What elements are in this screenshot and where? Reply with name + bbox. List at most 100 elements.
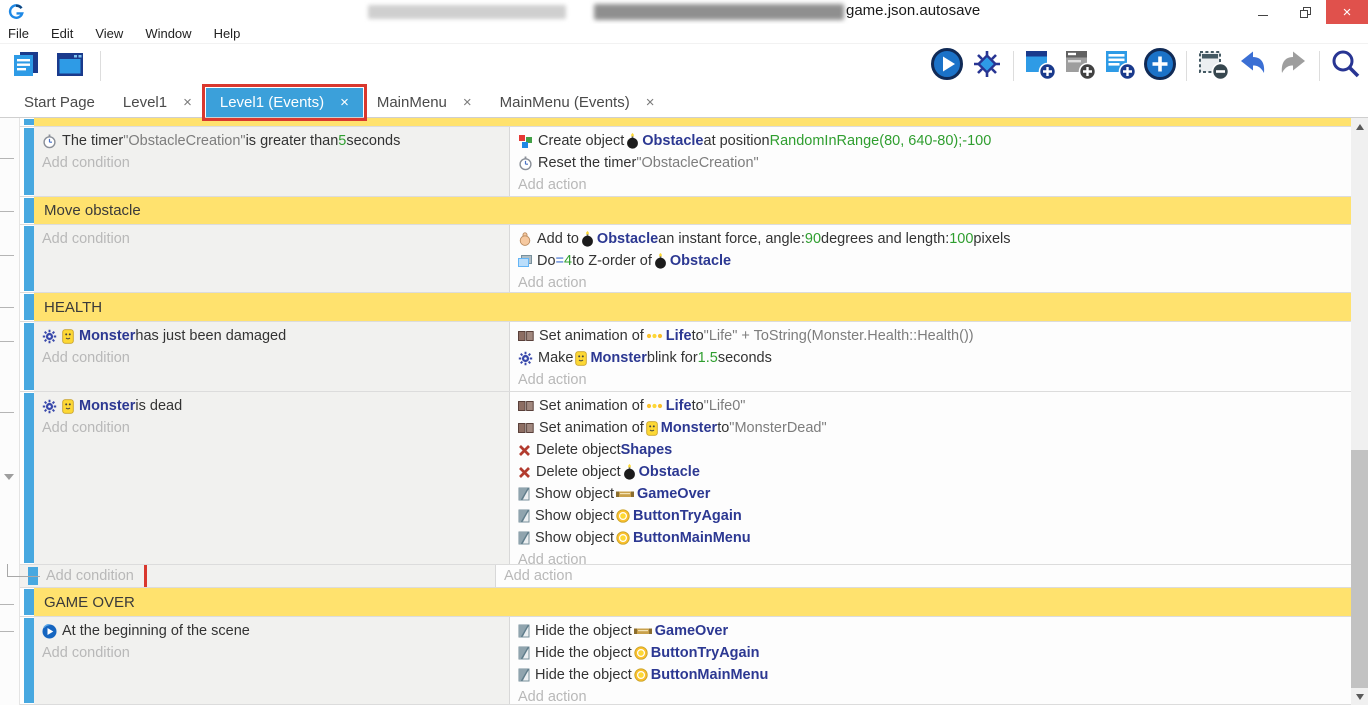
action-item[interactable]: Delete object Obstacle	[510, 461, 1351, 483]
add-circle-button[interactable]	[1142, 48, 1178, 84]
preview-play-button[interactable]	[929, 48, 965, 84]
bomb-icon	[626, 133, 639, 149]
action-item[interactable]: Hide the object ButtonMainMenu	[510, 664, 1351, 686]
preview-play-icon	[930, 47, 964, 86]
tab-mainmenu[interactable]: MainMenu×	[363, 88, 486, 117]
text-segment: 90	[805, 231, 821, 247]
add-event-button[interactable]	[1022, 48, 1058, 84]
menu-item-window[interactable]: Window	[145, 26, 201, 41]
redo-button[interactable]	[1275, 48, 1311, 84]
life-icon	[646, 401, 663, 411]
text-segment: 1.5	[698, 350, 718, 366]
arrow-down-icon	[1356, 694, 1364, 700]
action-item[interactable]: Show object ButtonTryAgain	[510, 505, 1351, 527]
event-drag-bar[interactable]	[24, 226, 34, 291]
action-item[interactable]: Create object Obstacle at position Rando…	[510, 130, 1351, 152]
group-row-health[interactable]: HEALTH	[20, 293, 1351, 322]
add-action-button[interactable]: Add action	[510, 549, 1351, 564]
event-collapse-handle[interactable]	[0, 211, 14, 212]
object-name: Life	[666, 398, 692, 414]
event-collapse-handle[interactable]	[0, 412, 14, 413]
add-condition-button[interactable]: Add condition	[34, 642, 509, 664]
visibility-icon	[518, 487, 530, 501]
expand-subevents-icon[interactable]	[4, 474, 14, 480]
add-action-button[interactable]: Add action	[510, 686, 1351, 704]
menu-item-help[interactable]: Help	[214, 26, 251, 41]
add-action-button[interactable]: Add action	[496, 568, 573, 584]
tab-close-icon[interactable]: ×	[183, 94, 192, 111]
event-drag-bar[interactable]	[24, 294, 34, 320]
vertical-scrollbar[interactable]	[1351, 118, 1368, 705]
actions-cell: Set animation of Life to "Life0"Set anim…	[510, 392, 1351, 564]
action-item[interactable]: Set animation of Life to "Life" + ToStri…	[510, 325, 1351, 347]
event-collapse-handle[interactable]	[0, 631, 14, 632]
menu-item-view[interactable]: View	[95, 26, 133, 41]
tab-mainmenu-events[interactable]: MainMenu (Events)×	[486, 88, 669, 117]
add-action-button[interactable]: Add action	[510, 174, 1351, 196]
condition-item[interactable]: Monster has just been damaged	[34, 325, 509, 347]
tab-close-icon[interactable]: ×	[463, 94, 472, 111]
condition-item[interactable]: Monster is dead	[34, 395, 509, 417]
menu-item-edit[interactable]: Edit	[51, 26, 83, 41]
search-button[interactable]	[1328, 48, 1364, 84]
event-drag-bar[interactable]	[24, 393, 34, 563]
add-condition-button[interactable]: Add condition	[34, 228, 509, 250]
add-condition-button[interactable]: Add condition	[34, 347, 509, 369]
scene-editor-button[interactable]	[52, 48, 88, 84]
remove-event-button[interactable]	[1195, 48, 1231, 84]
event-drag-bar[interactable]	[24, 119, 34, 125]
event-drag-bar[interactable]	[24, 323, 34, 390]
maximize-restore-button[interactable]	[1284, 0, 1326, 24]
minimize-button[interactable]	[1242, 0, 1284, 24]
tab-level1[interactable]: Level1×	[109, 88, 206, 117]
action-item[interactable]: Reset the timer "ObstacleCreation"	[510, 152, 1351, 174]
debugger-button[interactable]	[969, 48, 1005, 84]
project-manager-button[interactable]	[8, 48, 44, 84]
action-item[interactable]: Show object ButtonMainMenu	[510, 527, 1351, 549]
action-item[interactable]: Hide the object ButtonTryAgain	[510, 642, 1351, 664]
add-condition-button[interactable]: Add condition	[34, 417, 509, 439]
event-drag-bar[interactable]	[24, 128, 34, 195]
tab-close-icon[interactable]: ×	[340, 94, 349, 111]
action-item[interactable]: Set animation of Monster to "MonsterDead…	[510, 417, 1351, 439]
event-collapse-handle[interactable]	[0, 341, 14, 342]
action-item[interactable]: Do = 4 to Z-order of Obstacle	[510, 250, 1351, 272]
event-drag-bar[interactable]	[24, 618, 34, 703]
action-item[interactable]: Show object GameOver	[510, 483, 1351, 505]
tab-close-icon[interactable]: ×	[646, 94, 655, 111]
event-drag-bar[interactable]	[24, 198, 34, 223]
action-item[interactable]: Delete object Shapes	[510, 439, 1351, 461]
tab-start-page[interactable]: Start Page	[10, 88, 109, 117]
scrollbar-thumb[interactable]	[1351, 450, 1368, 688]
event-collapse-handle[interactable]	[0, 604, 14, 605]
add-condition-button[interactable]: Add condition	[46, 568, 134, 584]
text-segment: Make	[538, 350, 573, 366]
add-action-button[interactable]: Add action	[510, 369, 1351, 391]
event-collapse-handle[interactable]	[0, 307, 14, 308]
action-item[interactable]: Set animation of Life to "Life0"	[510, 395, 1351, 417]
add-condition-button[interactable]: Add condition	[34, 152, 509, 174]
close-button[interactable]: ×	[1326, 0, 1368, 24]
add-action-button[interactable]: Add action	[510, 272, 1351, 292]
group-row-partial[interactable]	[20, 118, 1351, 127]
event-drag-bar[interactable]	[24, 589, 34, 615]
menu-item-file[interactable]: File	[8, 26, 39, 41]
group-row-move-obstacle[interactable]: Move obstacle	[20, 197, 1351, 225]
group-row-game-over[interactable]: GAME OVER	[20, 588, 1351, 617]
scrollbar-up-button[interactable]	[1351, 118, 1368, 135]
add-comment-button[interactable]	[1102, 48, 1138, 84]
project-manager-icon	[11, 49, 41, 84]
event-collapse-handle[interactable]	[0, 158, 14, 159]
event-collapse-handle[interactable]	[0, 255, 14, 256]
undo-button[interactable]	[1235, 48, 1271, 84]
action-item[interactable]: Add to Obstacle an instant force, angle:…	[510, 228, 1351, 250]
scrollbar-down-button[interactable]	[1351, 688, 1368, 705]
action-item[interactable]: Make Monster blink for 1.5 seconds	[510, 347, 1351, 369]
condition-item[interactable]: At the beginning of the scene	[34, 620, 509, 642]
condition-item[interactable]: The timer "ObstacleCreation" is greater …	[34, 130, 509, 152]
action-item[interactable]: Hide the object GameOver	[510, 620, 1351, 642]
tab-level1-events[interactable]: Level1 (Events)×	[206, 88, 363, 117]
button-icon	[634, 646, 648, 660]
add-subevent-button[interactable]	[1062, 48, 1098, 84]
text-segment: 100	[949, 231, 973, 247]
